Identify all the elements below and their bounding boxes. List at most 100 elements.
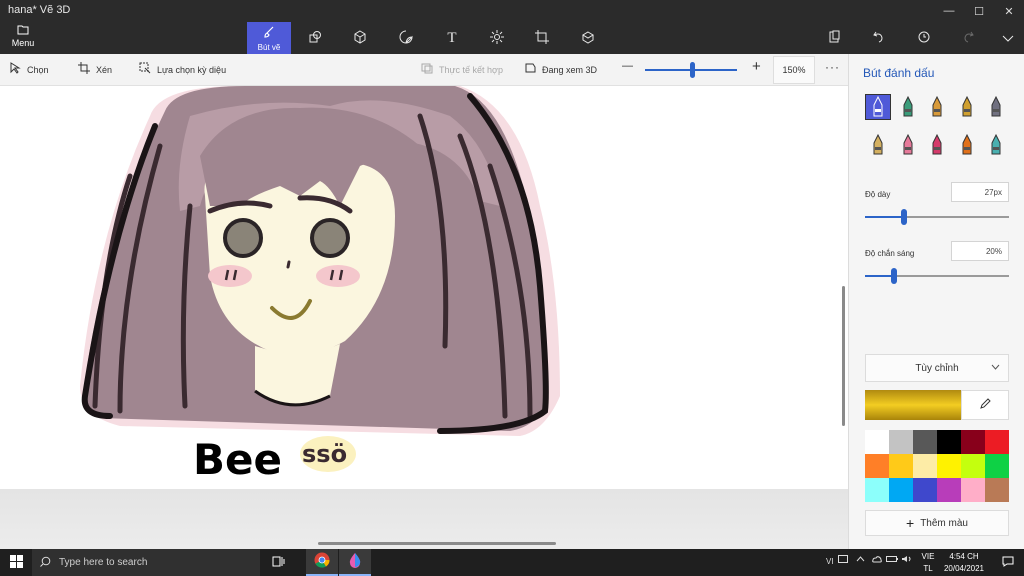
thickness-input[interactable]: 27px — [951, 182, 1009, 202]
paste-button[interactable] — [814, 22, 854, 54]
onedrive-icon[interactable] — [872, 555, 882, 565]
window-title: hana* Vẽ 3D — [8, 4, 71, 16]
battery-icon[interactable] — [886, 555, 898, 565]
task-view-button[interactable] — [262, 549, 294, 576]
tab-3d-library[interactable] — [566, 22, 610, 54]
color-swatch[interactable] — [913, 430, 937, 454]
notifications-button[interactable] — [992, 549, 1024, 576]
thickness-slider-track[interactable] — [865, 216, 1009, 218]
crop-icon — [78, 62, 90, 77]
pencil-icon — [873, 134, 883, 155]
fill-bucket-button[interactable] — [983, 132, 1009, 158]
color-swatch[interactable] — [865, 430, 889, 454]
view-3d-icon — [524, 62, 536, 77]
search-icon — [40, 556, 51, 570]
chevron-up-icon[interactable] — [856, 555, 865, 565]
vertical-scrollbar[interactable] — [842, 286, 845, 426]
opacity-slider-thumb[interactable] — [890, 268, 897, 284]
chevron-down-icon — [991, 362, 1000, 372]
magic-select-button[interactable]: Lựa chọn kỳ diệu — [139, 62, 226, 77]
workspace: Bee ssö — [0, 86, 848, 549]
minimize-button[interactable]: — — [934, 0, 964, 22]
thickness-slider-thumb[interactable] — [900, 209, 907, 225]
maximize-button[interactable]: ☐ — [964, 0, 994, 22]
text-icon: T — [447, 29, 457, 46]
pixel-pen-button[interactable] — [983, 94, 1009, 120]
color-swatch[interactable] — [961, 430, 985, 454]
color-mode-label: Tùy chỉnh — [915, 362, 959, 374]
watercolor-brush-button[interactable] — [954, 94, 980, 120]
oil-brush-icon — [932, 96, 942, 117]
color-swatch[interactable] — [865, 478, 889, 502]
keyboard-icon[interactable] — [838, 555, 848, 565]
eyedropper-button[interactable] — [961, 390, 1009, 420]
color-swatch[interactable] — [889, 478, 913, 502]
tab-canvas[interactable] — [520, 22, 564, 54]
tab-text[interactable]: T — [430, 22, 474, 54]
crayon-button[interactable] — [924, 132, 950, 158]
zoom-out-button[interactable]: — — [622, 60, 633, 72]
view-3d-label: Đang xem 3D — [542, 64, 598, 75]
panel-title: Bút đánh dấu — [863, 66, 935, 80]
system-clock[interactable]: 4:54 CH 20/04/2021 — [934, 551, 994, 575]
zoom-in-button[interactable]: + — [752, 58, 761, 75]
tab-stickers[interactable] — [384, 22, 428, 54]
color-swatch[interactable] — [937, 478, 961, 502]
tab-3d-shapes[interactable] — [338, 22, 382, 54]
horizontal-scrollbar[interactable] — [318, 542, 556, 545]
crop-button[interactable]: Xén — [78, 62, 112, 77]
watercolor-brush-icon — [962, 96, 971, 117]
color-swatch[interactable] — [961, 478, 985, 502]
color-swatch[interactable] — [865, 454, 889, 478]
color-swatch[interactable] — [913, 478, 937, 502]
more-button[interactable]: ··· — [825, 60, 840, 74]
zoom-slider-thumb[interactable] — [690, 62, 695, 78]
color-mode-dropdown[interactable]: Tùy chỉnh — [865, 354, 1009, 382]
eyedropper-icon — [979, 397, 991, 413]
handwritten-text-sso: ssö — [302, 440, 347, 468]
color-swatch[interactable] — [937, 454, 961, 478]
start-button[interactable] — [0, 549, 32, 576]
tab-effects[interactable] — [475, 22, 519, 54]
view-3d-button[interactable]: Đang xem 3D — [524, 62, 597, 77]
color-swatch[interactable] — [985, 478, 1009, 502]
color-swatch[interactable] — [961, 454, 985, 478]
tab-brushes[interactable]: Bút vẽ — [247, 22, 291, 54]
select-button[interactable]: Chọn — [10, 62, 49, 77]
oil-brush-button[interactable] — [924, 94, 950, 120]
drawing-canvas[interactable]: Bee ssö — [0, 86, 848, 489]
add-color-button[interactable]: + Thêm màu — [865, 510, 1009, 536]
color-swatch[interactable] — [889, 454, 913, 478]
folder-icon — [8, 24, 38, 38]
paint3d-taskbar-button[interactable] — [339, 549, 371, 576]
history-button[interactable] — [903, 22, 943, 54]
plus-icon: + — [906, 515, 915, 531]
undo-button[interactable] — [858, 22, 898, 54]
opacity-slider-track[interactable] — [865, 275, 1009, 277]
marker-brush-button[interactable] — [865, 94, 891, 120]
chrome-taskbar-button[interactable] — [306, 549, 338, 576]
close-button[interactable]: ✕ — [994, 0, 1024, 22]
color-swatch[interactable] — [937, 430, 961, 454]
color-swatch[interactable] — [985, 430, 1009, 454]
pencil-button[interactable] — [865, 132, 891, 158]
color-swatch[interactable] — [913, 454, 937, 478]
select-label: Chọn — [27, 64, 49, 75]
menu-button[interactable]: Menu — [8, 24, 38, 52]
expand-button[interactable] — [988, 22, 1024, 54]
zoom-value[interactable]: 150% — [773, 56, 815, 84]
calligraphy-pen-button[interactable] — [895, 94, 921, 120]
opacity-input[interactable]: 20% — [951, 241, 1009, 261]
calligraphy-pen-icon — [903, 96, 912, 117]
mixed-reality-button[interactable]: Thực tế kết hợp — [421, 62, 503, 77]
tab-2d-shapes[interactable] — [293, 22, 337, 54]
eraser-button[interactable] — [895, 132, 921, 158]
taskbar-search[interactable]: Type here to search — [32, 549, 260, 576]
spray-can-button[interactable] — [954, 132, 980, 158]
tray-language[interactable]: VI — [826, 557, 834, 566]
current-color-swatch[interactable] — [865, 390, 961, 420]
color-swatch[interactable] — [985, 454, 1009, 478]
girl-drawing: Bee ssö — [80, 86, 560, 484]
color-swatch[interactable] — [889, 430, 913, 454]
redo-button[interactable] — [948, 22, 988, 54]
